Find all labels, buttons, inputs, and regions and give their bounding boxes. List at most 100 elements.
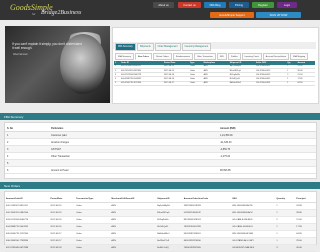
table-row[interactable]: 3 GST/VAT -4,850.75 [5, 145, 316, 153]
cell: Other Transaction [49, 152, 218, 160]
subtab-new-orders[interactable]: New Orders [134, 53, 153, 60]
cell: 74650192837465 [182, 244, 232, 252]
cell: 3 [5, 145, 49, 153]
cell: 46501928374650 [182, 237, 232, 245]
cell: Amount to Head [49, 166, 218, 174]
subtab-reimbursement[interactable]: Reimbursement [172, 53, 193, 60]
cell: 407-2233445-6677889 [5, 244, 50, 252]
orders-table: AmazonOrderID PostedDate TransactionType… [5, 196, 316, 252]
subtab-profiles[interactable]: Profiles [227, 53, 241, 60]
tab-inventory-management[interactable]: Inventory Management [181, 42, 212, 51]
cell: 39.90 [295, 209, 316, 217]
cell: 64.95 [295, 230, 316, 238]
table-row[interactable]: 406-3344556-7788990 2017-08-17 Order AFN BnP… [5, 237, 316, 245]
fba-summary-title-bar: FBA Summary [0, 113, 320, 120]
cell: AFN [110, 230, 157, 238]
cell: 5 [5, 159, 49, 167]
tab-order-management[interactable]: Order Management [154, 42, 181, 51]
nav-fba-blog[interactable]: FBA Blog [204, 2, 226, 8]
table-row[interactable]: 4 Other Transaction -1,275.00 [5, 152, 316, 160]
subtab-return-orders[interactable]: Return Orders [153, 53, 172, 60]
signup-button[interactable]: SIGN UP NOW [256, 12, 301, 18]
table-row[interactable]: 1 Customer paid 1,24,350.00 [5, 131, 316, 139]
cell: AFN [110, 237, 157, 245]
cell: -4,850.75 [218, 145, 316, 153]
top-tab-strip: FBA Summary Shipments Order Management I… [113, 42, 316, 51]
subtab-account-reconciliation[interactable]: Account Reconciliation [262, 53, 289, 60]
cell: 45.00 [295, 244, 316, 252]
cell: 51928374650192 [182, 209, 232, 217]
cell: 29.00 [295, 237, 316, 245]
cell: Order [75, 237, 111, 245]
subtab-fba-shipping[interactable]: FBA Shipping [290, 53, 309, 60]
cell: BnP6wT2v9 [156, 237, 183, 245]
hero-author: Albert Einstein [13, 54, 28, 56]
table-row[interactable]: 2 Amazon charges -21,630.40 [5, 138, 316, 146]
cell: Order [75, 244, 111, 252]
cell: GS-CABLE-2M-RED [231, 216, 276, 224]
nav-pricing[interactable]: Pricing [229, 2, 249, 8]
subtab-sku[interactable]: SKU [216, 53, 227, 60]
cell: 65019283746501 [182, 230, 232, 238]
nav-contact-us[interactable]: Contact us [178, 2, 201, 8]
support-button[interactable]: GoodsSimple Support [210, 12, 254, 18]
table-row[interactable]: 5 [5, 159, 316, 167]
table-row[interactable]: 402-7654321-0987654 2017-08-15 Order AFN BXm… [5, 209, 316, 217]
cell: -1,275.00 [218, 152, 316, 160]
cell: AFN [110, 223, 157, 231]
logo-sub-text[interactable]: Bridge2Business [41, 10, 81, 16]
subtab-inventory-count[interactable]: Inventory Count [241, 53, 262, 60]
cell: WH-1000XM-WHITE [231, 202, 276, 210]
cell: 1 [5, 131, 49, 139]
new-orders-title-bar: New Orders [0, 182, 320, 189]
cell: GS-MOUNT-CAR-BLK [231, 244, 276, 252]
cell: 96,593.85 [218, 166, 316, 174]
nav-about-us[interactable]: About us [153, 2, 174, 8]
cell: Bq5nSMq2H [156, 202, 183, 210]
cell: AFN [110, 209, 157, 217]
cell [49, 159, 218, 167]
cell: 2 [275, 216, 296, 224]
cell: 402-7654321-0987654 [5, 209, 50, 217]
subtab-other-transaction[interactable]: Other Transaction [193, 53, 216, 60]
tab-shipments[interactable]: Shipments [136, 42, 154, 51]
cell: 3 [275, 244, 296, 252]
cell: 17.99 [295, 223, 316, 231]
cell: Bt7vNQz3L [156, 223, 183, 231]
table-row[interactable]: 403-1122334-5566778 2017-08-16 Order AFN BJ2… [5, 216, 316, 224]
cell: 405-5566778-1122334 [5, 230, 50, 238]
cell: 1 [286, 81, 297, 87]
table-row[interactable]: 407-2233445-6677889 2017-08-18 Order AFN Bs3… [5, 244, 316, 252]
cell: GS-CASE-SLIM-BLU [231, 223, 276, 231]
cell: 2017-08-16 [49, 223, 76, 231]
cell: 19283746501928 [182, 223, 232, 231]
cell: Order [75, 230, 111, 238]
nav-register[interactable]: Register [252, 2, 274, 8]
cell: Bs3kL7u4Q [156, 244, 183, 252]
cell: AFN [110, 202, 157, 210]
summary-table: S. No Particulars Amount (INR) 1 Customer… [5, 126, 316, 174]
section-title: New Orders [4, 183, 21, 188]
cell: 24.99 [295, 202, 316, 210]
cell: 21.50 [295, 216, 316, 224]
cell: Order [75, 216, 111, 224]
cell: 404-9988776-5544332 [5, 223, 50, 231]
cell: GS-1234-00024 [255, 81, 287, 87]
cell [218, 159, 316, 167]
table-row[interactable]: 6 Amount to Head 96,593.85 [5, 166, 316, 174]
cell: AFN [110, 216, 157, 224]
table-row[interactable]: 402-1234567-8910111 2017-08-15 Order AFN Bq5… [5, 202, 316, 210]
cell: 406-3344556-7788990 [5, 237, 50, 245]
table-row[interactable]: 404-9988776-5544332 2017-08-16 Order AFN Bt7… [5, 223, 316, 231]
section-title: FBA Summary [4, 114, 24, 119]
table-row[interactable]: 405-5566778-1122334 2017-08-17 Order AFN BdK… [5, 230, 316, 238]
cell: 29837465019283 [182, 202, 232, 210]
table-row[interactable]: 5 405-5566778-1122334 2017-08-17 Order AFN Bd… [114, 81, 315, 87]
cell: Order [75, 209, 111, 217]
cell: 405-5566778-1122334 [120, 81, 163, 87]
cell: 2017-08-18 [49, 244, 76, 252]
cell: WH-1000XM-SILVER [231, 230, 276, 238]
tab-fba-summary[interactable]: FBA Summary [115, 42, 136, 51]
nav-login[interactable]: Login [277, 2, 297, 8]
subtab-fba-summary[interactable]: FBA Summary [115, 53, 134, 60]
